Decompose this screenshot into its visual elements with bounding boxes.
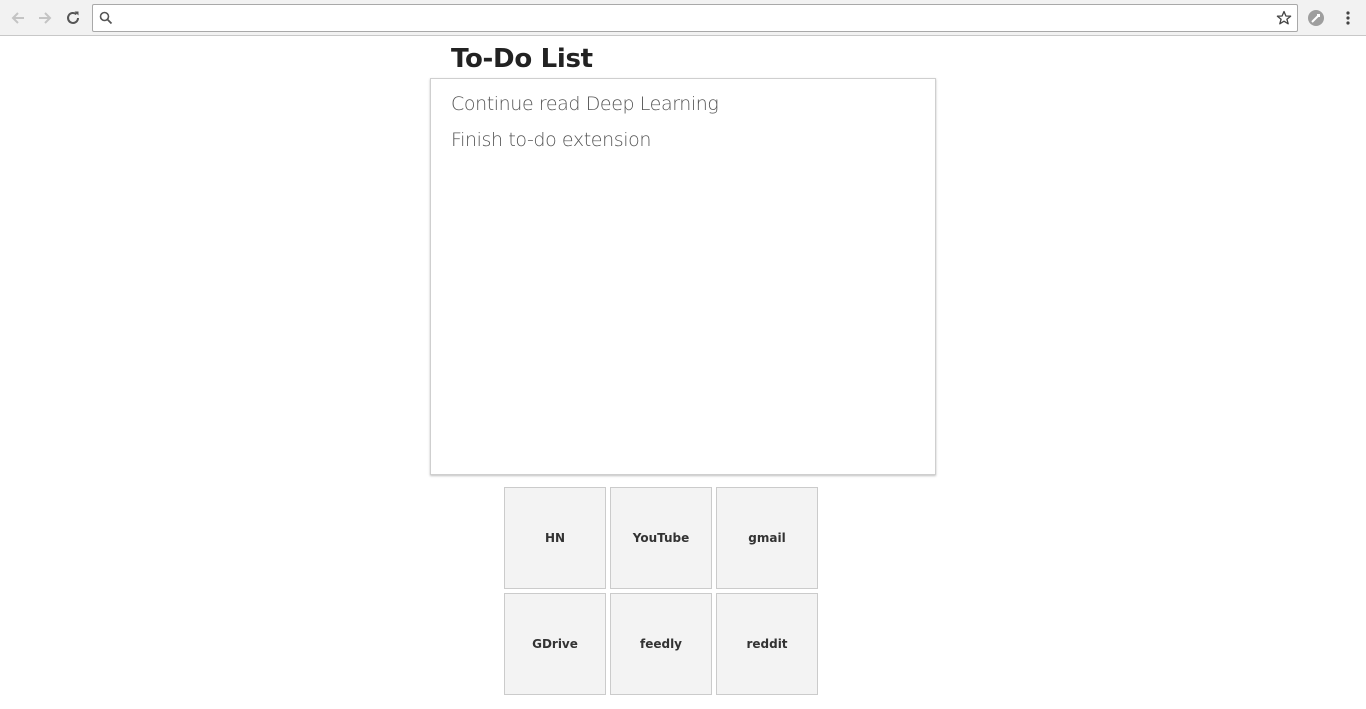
shortcut-tile-feedly[interactable]: feedly: [610, 593, 712, 695]
shortcut-tile-gmail[interactable]: gmail: [716, 487, 818, 589]
shortcut-tile-youtube[interactable]: YouTube: [610, 487, 712, 589]
forward-button[interactable]: [33, 6, 57, 30]
browser-menu-button[interactable]: [1336, 6, 1360, 30]
kebab-menu-icon: [1346, 11, 1350, 25]
address-bar[interactable]: [92, 4, 1298, 32]
shortcut-tile-reddit[interactable]: reddit: [716, 593, 818, 695]
address-input[interactable]: [117, 7, 1267, 29]
extension-button[interactable]: [1304, 6, 1328, 30]
shortcut-tile-hn[interactable]: HN: [504, 487, 606, 589]
arrow-left-icon: [11, 12, 24, 24]
browser-toolbar: [0, 0, 1366, 36]
star-icon[interactable]: [1276, 10, 1292, 26]
page-title: To-Do List: [451, 44, 593, 74]
back-button[interactable]: [6, 6, 30, 30]
reload-icon: [67, 11, 79, 24]
shortcut-tile-gdrive[interactable]: GDrive: [504, 593, 606, 695]
shortcut-grid: HN YouTube gmail GDrive feedly reddit: [504, 487, 820, 697]
search-icon: [99, 11, 113, 25]
todo-list[interactable]: Continue read Deep Learning Finish to-do…: [430, 78, 936, 475]
todo-item[interactable]: Finish to-do extension: [451, 129, 651, 151]
reload-button[interactable]: [61, 6, 85, 30]
todo-item[interactable]: Continue read Deep Learning: [451, 93, 719, 115]
extension-icon: [1308, 10, 1324, 26]
arrow-right-icon: [39, 12, 52, 24]
